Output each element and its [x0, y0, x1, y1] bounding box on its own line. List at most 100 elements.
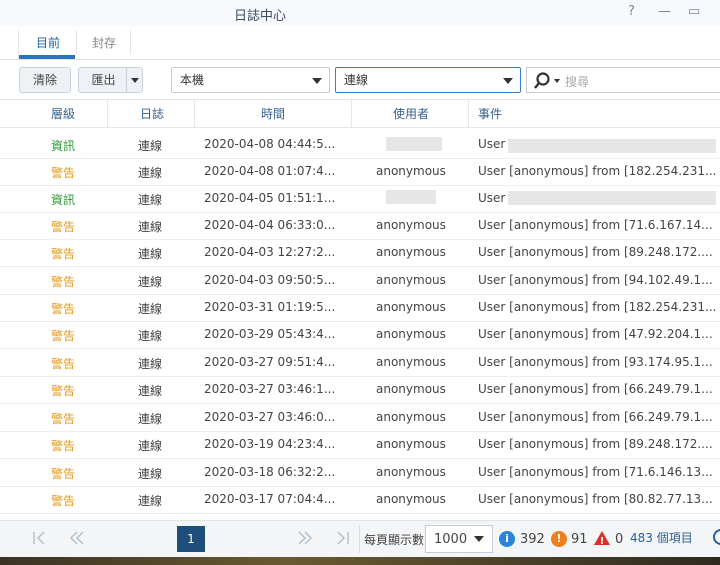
info-icon: i	[499, 531, 515, 547]
column-header-log[interactable]: 日誌	[140, 105, 164, 122]
error-icon: !	[594, 531, 610, 546]
user-cell: anonymous	[376, 492, 446, 506]
level-badge: 警告	[51, 439, 76, 453]
export-button[interactable]: 匯出	[78, 67, 129, 93]
log-cell: 連線	[138, 439, 163, 453]
log-type-select[interactable]: 連線	[335, 67, 521, 93]
redacted-user	[386, 137, 442, 151]
event-cell: User [anonymous] from [66.249.79.1...	[478, 382, 713, 396]
column-divider	[107, 100, 108, 127]
column-header-time[interactable]: 時間	[261, 105, 285, 122]
log-cell: 連線	[138, 166, 163, 180]
per-page-value: 1000	[434, 532, 468, 547]
table-row[interactable]: 警告 連線 2020-04-04 06:33:0... anonymous Us…	[0, 212, 720, 240]
next-page-icon[interactable]	[296, 530, 314, 546]
table-row[interactable]: 警告 連線 2020-03-18 06:32:2... anonymous Us…	[0, 459, 720, 487]
log-cell: 連線	[138, 357, 163, 371]
per-page-select[interactable]: 1000	[425, 525, 493, 553]
time-cell: 2020-04-08 04:44:5...	[204, 137, 336, 151]
log-cell: 連線	[138, 193, 163, 207]
last-page-icon[interactable]	[334, 530, 350, 546]
window-title: 日誌中心	[234, 9, 287, 24]
table-header: 層級 日誌 時間 使用者 事件	[0, 99, 720, 128]
help-icon[interactable]: ?	[628, 4, 635, 19]
time-cell: 2020-03-31 01:19:5...	[204, 300, 336, 314]
chevron-down-icon	[474, 536, 484, 542]
user-cell: anonymous	[376, 355, 446, 369]
refresh-icon[interactable]	[713, 529, 720, 545]
chevron-down-icon	[503, 78, 513, 84]
event-cell: User [anonymous] from [71.6.146.13...	[478, 465, 713, 479]
table-row[interactable]: 警告 連線 2020-03-31 01:19:5... anonymous Us…	[0, 294, 720, 322]
svg-text:!: !	[600, 536, 605, 546]
desktop-background	[0, 557, 720, 565]
export-dropdown-button[interactable]	[126, 67, 143, 93]
source-select[interactable]: 本機	[171, 67, 330, 93]
maximize-icon[interactable]: ▭	[688, 4, 700, 19]
user-cell: anonymous	[376, 164, 446, 178]
user-cell: anonymous	[376, 465, 446, 479]
event-cell: User [anonymous] from [182.254.231...	[478, 164, 717, 178]
search-box[interactable]: 搜尋	[526, 67, 720, 93]
event-cell: User	[478, 191, 506, 205]
first-page-icon[interactable]	[32, 530, 48, 546]
time-cell: 2020-04-05 01:51:1...	[204, 191, 336, 205]
time-cell: 2020-03-17 07:04:4...	[204, 492, 336, 506]
log-cell: 連線	[138, 139, 163, 153]
event-cell: User [anonymous] from [94.102.49.1...	[478, 273, 713, 287]
table-row[interactable]: 警告 連線 2020-03-29 05:43:4... anonymous Us…	[0, 321, 720, 349]
time-cell: 2020-03-27 03:46:1...	[204, 382, 336, 396]
event-cell: User [anonymous] from [89.248.172....	[478, 437, 713, 451]
previous-page-icon[interactable]	[68, 530, 86, 546]
table-row[interactable]: 資訊 連線 2020-04-08 04:44:5... User	[0, 131, 720, 159]
level-badge: 警告	[51, 494, 76, 508]
time-cell: 2020-03-19 04:23:4...	[204, 437, 336, 451]
current-page-button[interactable]: 1	[177, 526, 205, 552]
tab-frame-left	[18, 30, 19, 58]
info-count: 392	[520, 532, 545, 547]
footer-divider	[359, 525, 360, 553]
time-cell: 2020-04-03 09:50:5...	[204, 273, 336, 287]
level-badge: 警告	[51, 275, 76, 289]
user-cell: anonymous	[376, 327, 446, 341]
redacted-event	[508, 139, 716, 153]
title-bar: 日誌中心 ? — ▭	[0, 0, 720, 26]
warning-icon: !	[551, 531, 567, 547]
time-cell: 2020-04-03 12:27:2...	[204, 245, 336, 259]
table-row[interactable]: 警告 連線 2020-04-03 09:50:5... anonymous Us…	[0, 267, 720, 295]
level-badge: 警告	[51, 329, 76, 343]
tab-current[interactable]: 目前	[36, 34, 60, 51]
source-select-value: 本機	[180, 73, 205, 87]
clear-button[interactable]: 清除	[19, 67, 71, 93]
table-row[interactable]: 警告 連線 2020-03-19 04:23:4... anonymous Us…	[0, 431, 720, 459]
table-row[interactable]: 資訊 連線 2020-04-05 01:51:1... User	[0, 185, 720, 213]
redacted-event	[508, 191, 716, 205]
log-cell: 連線	[138, 329, 163, 343]
column-divider	[468, 100, 469, 127]
user-cell: anonymous	[376, 218, 446, 232]
log-cell: 連線	[138, 275, 163, 289]
column-header-level[interactable]: 層級	[51, 105, 75, 122]
level-badge: 資訊	[51, 193, 76, 207]
table-row[interactable]: 警告 連線 2020-04-08 01:07:4... anonymous Us…	[0, 158, 720, 186]
user-cell: anonymous	[376, 273, 446, 287]
table-row[interactable]: 警告 連線 2020-03-27 03:46:0... anonymous Us…	[0, 404, 720, 432]
column-divider	[351, 100, 352, 127]
column-header-user[interactable]: 使用者	[393, 105, 429, 122]
table-row[interactable]: 警告 連線 2020-03-27 09:51:4... anonymous Us…	[0, 349, 720, 377]
event-cell: User	[478, 137, 506, 151]
table-row[interactable]: 警告 連線 2020-03-27 03:46:1... anonymous Us…	[0, 376, 720, 404]
tab-archive[interactable]: 封存	[92, 34, 116, 51]
search-input[interactable]: 搜尋	[565, 73, 589, 90]
warning-count: 91	[571, 532, 588, 547]
level-badge: 警告	[51, 220, 76, 234]
column-header-event[interactable]: 事件	[478, 105, 502, 122]
user-cell: anonymous	[376, 300, 446, 314]
level-badge: 警告	[51, 467, 76, 481]
chevron-down-icon	[312, 78, 322, 84]
tab-divider	[130, 30, 131, 54]
minimize-icon[interactable]: —	[658, 4, 671, 19]
table-row[interactable]: 警告 連線 2020-04-03 12:27:2... anonymous Us…	[0, 239, 720, 267]
tab-divider	[76, 30, 77, 54]
table-row[interactable]: 警告 連線 2020-03-17 07:04:4... anonymous Us…	[0, 486, 720, 514]
